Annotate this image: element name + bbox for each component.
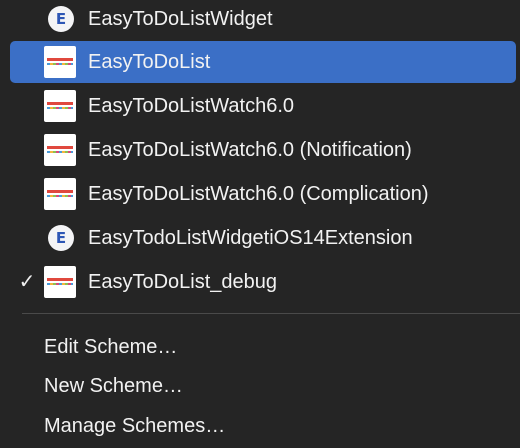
app-icon — [44, 46, 76, 78]
new-scheme-menu-item[interactable]: New Scheme… — [10, 367, 516, 405]
scheme-item-easytodolistwatch[interactable]: EasyToDoListWatch6.0 — [10, 85, 516, 127]
scheme-item-label: EasyToDoListWatch6.0 (Complication) — [88, 182, 429, 205]
scheme-item-easytodolist-debug[interactable]: ✓ EasyToDoList_debug — [10, 261, 516, 303]
manage-schemes-menu-item[interactable]: Manage Schemes… — [10, 407, 516, 445]
app-icon — [44, 178, 76, 210]
scheme-item-easytodolistwatch-complication[interactable]: EasyToDoListWatch6.0 (Complication) — [10, 173, 516, 215]
extension-icon: E — [48, 6, 74, 32]
scheme-item-label: EasyToDoList — [88, 50, 211, 73]
edit-scheme-label: Edit Scheme… — [44, 335, 178, 358]
scheme-item-label: EasyToDoListWidget — [88, 7, 273, 30]
extension-icon: E — [48, 225, 74, 251]
checkmark-icon: ✓ — [18, 271, 36, 293]
edit-scheme-menu-item[interactable]: Edit Scheme… — [10, 328, 516, 366]
menu-divider — [22, 313, 520, 314]
app-icon — [44, 266, 76, 298]
scheme-item-label: EasyToDoListWatch6.0 (Notification) — [88, 138, 412, 161]
scheme-item-label: EasyToDoList_debug — [88, 270, 278, 293]
scheme-item-easytodolistwidget[interactable]: E EasyToDoListWidget — [10, 0, 516, 40]
scheme-item-label: EasyToDoListWatch6.0 — [88, 94, 295, 117]
app-icon — [44, 90, 76, 122]
scheme-item-easytodolistwatch-notification[interactable]: EasyToDoListWatch6.0 (Notification) — [10, 129, 516, 171]
scheme-item-easytodolist[interactable]: EasyToDoList — [10, 41, 516, 83]
scheme-menu: E EasyToDoListWidget EasyToDoList EasyTo… — [0, 0, 520, 448]
manage-schemes-label: Manage Schemes… — [44, 414, 226, 437]
app-icon — [44, 134, 76, 166]
new-scheme-label: New Scheme… — [44, 374, 183, 397]
scheme-item-easytodolistwidgetios14extension[interactable]: E EasyTodoListWidgetiOS14Extension — [10, 217, 516, 259]
scheme-item-label: EasyTodoListWidgetiOS14Extension — [88, 226, 413, 249]
